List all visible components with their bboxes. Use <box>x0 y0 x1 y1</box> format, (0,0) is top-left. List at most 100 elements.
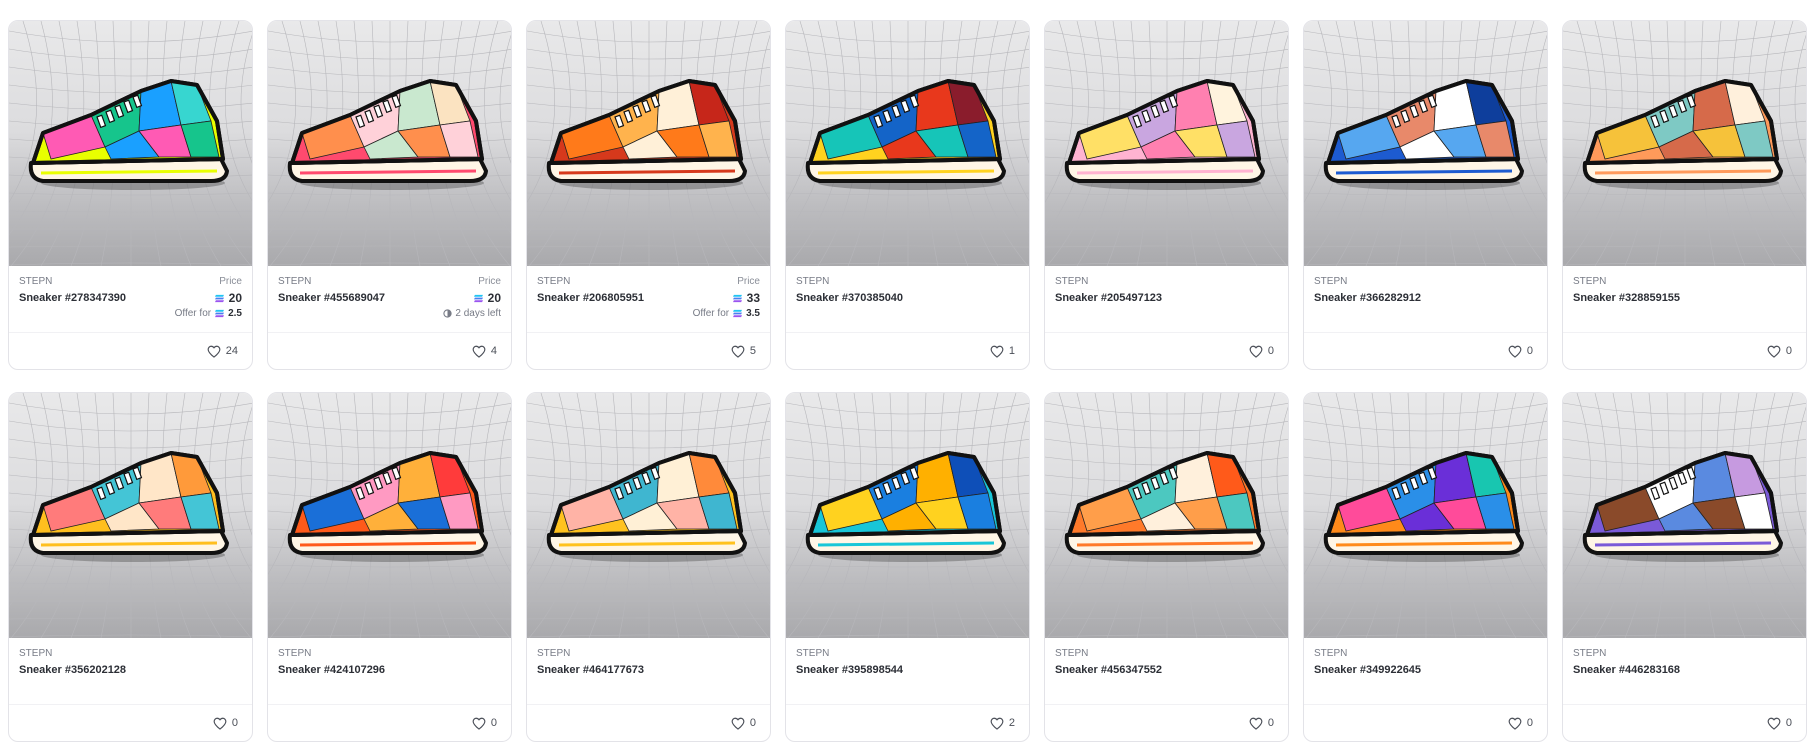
item-name: Sneaker #206805951 <box>537 292 645 304</box>
item-name: Sneaker #455689047 <box>278 292 386 304</box>
item-name: Sneaker #464177673 <box>537 664 645 676</box>
sneaker-image[interactable] <box>268 393 511 638</box>
collection-name: STEPN <box>1573 648 1607 659</box>
item-name: Sneaker #366282912 <box>1314 292 1422 304</box>
nft-card-10[interactable]: STEPN Sneaker #464177673 0 <box>526 392 771 742</box>
collection-name: STEPN <box>1055 276 1089 287</box>
card-info: STEPN Sneaker #206805951 Price 33 Offer fo… <box>527 266 770 330</box>
sneaker-image[interactable] <box>1045 21 1288 266</box>
nft-card-8[interactable]: STEPN Sneaker #356202128 0 <box>8 392 253 742</box>
collection-name: STEPN <box>796 276 830 287</box>
sneaker-illustration <box>1323 79 1524 190</box>
sneaker-image[interactable] <box>1304 393 1547 638</box>
heart-icon[interactable] <box>1508 345 1522 358</box>
heart-icon[interactable] <box>990 345 1004 358</box>
nft-card-5[interactable]: STEPN Sneaker #205497123 0 <box>1044 20 1289 370</box>
item-name: Sneaker #424107296 <box>278 664 386 676</box>
sneaker-illustration <box>546 451 747 562</box>
item-name: Sneaker #278347390 <box>19 292 127 304</box>
heart-icon[interactable] <box>1767 717 1781 730</box>
nft-card-13[interactable]: STEPN Sneaker #349922645 0 <box>1303 392 1548 742</box>
heart-icon[interactable] <box>1767 345 1781 358</box>
card-info: STEPN Sneaker #424107296 <box>268 638 511 702</box>
nft-card-9[interactable]: STEPN Sneaker #424107296 0 <box>267 392 512 742</box>
solana-icon <box>214 294 224 302</box>
sneaker-illustration <box>1064 451 1265 562</box>
item-name: Sneaker #370385040 <box>796 292 904 304</box>
card-footer: 0 <box>527 704 770 741</box>
nft-card-2[interactable]: STEPN Sneaker #455689047 Price 20 2 days l… <box>267 20 512 370</box>
heart-icon[interactable] <box>731 345 745 358</box>
sneaker-image[interactable] <box>786 393 1029 638</box>
like-count: 0 <box>490 717 497 729</box>
nft-card-3[interactable]: STEPN Sneaker #206805951 Price 33 Offer fo… <box>526 20 771 370</box>
sneaker-image[interactable] <box>1045 393 1288 638</box>
offer-line: Offer for 2.5 <box>175 308 242 319</box>
collection-name: STEPN <box>537 648 571 659</box>
nft-card-12[interactable]: STEPN Sneaker #456347552 0 <box>1044 392 1289 742</box>
nft-card-14[interactable]: STEPN Sneaker #446283168 0 <box>1562 392 1807 742</box>
heart-icon[interactable] <box>207 345 221 358</box>
card-info: STEPN Sneaker #328859155 <box>1563 266 1806 330</box>
sneaker-image[interactable] <box>527 393 770 638</box>
card-footer: 0 <box>1045 332 1288 369</box>
heart-icon[interactable] <box>1249 717 1263 730</box>
collection-name: STEPN <box>1573 276 1607 287</box>
like-count: 24 <box>225 345 238 357</box>
nft-card-6[interactable]: STEPN Sneaker #366282912 0 <box>1303 20 1548 370</box>
collection-name: STEPN <box>796 648 830 659</box>
sneaker-illustration <box>546 79 747 190</box>
heart-icon[interactable] <box>990 717 1004 730</box>
offer-label: Offer for <box>174 308 212 319</box>
like-count: 0 <box>1785 345 1792 357</box>
solana-icon <box>215 309 225 318</box>
card-info: STEPN Sneaker #446283168 <box>1563 638 1806 702</box>
like-count: 0 <box>1526 717 1533 729</box>
price-amount: 33 <box>746 291 760 305</box>
heart-icon[interactable] <box>1249 345 1263 358</box>
price-label: Price <box>219 276 242 287</box>
sneaker-image[interactable] <box>9 21 252 266</box>
like-count: 0 <box>1267 717 1274 729</box>
price-amount: 20 <box>487 291 501 305</box>
price-label: Price <box>478 276 501 287</box>
collection-name: STEPN <box>278 648 312 659</box>
heart-icon[interactable] <box>472 717 486 730</box>
sneaker-image[interactable] <box>786 21 1029 266</box>
card-footer: 0 <box>1563 332 1806 369</box>
sneaker-image[interactable] <box>1304 21 1547 266</box>
time-left: 2 days left <box>455 308 501 319</box>
sneaker-illustration <box>1582 451 1783 562</box>
card-info: STEPN Sneaker #395898544 <box>786 638 1029 702</box>
heart-icon[interactable] <box>731 717 745 730</box>
card-footer: 4 <box>268 332 511 369</box>
heart-icon[interactable] <box>472 345 486 358</box>
heart-icon[interactable] <box>213 717 227 730</box>
sneaker-image[interactable] <box>1563 21 1806 266</box>
item-name: Sneaker #328859155 <box>1573 292 1681 304</box>
like-count: 2 <box>1008 717 1015 729</box>
like-count: 5 <box>749 345 756 357</box>
card-info: STEPN Sneaker #278347390 Price 20 Offer fo… <box>9 266 252 330</box>
card-footer: 0 <box>1304 704 1547 741</box>
nft-card-4[interactable]: STEPN Sneaker #370385040 1 <box>785 20 1030 370</box>
sneaker-image[interactable] <box>1563 393 1806 638</box>
sneaker-image[interactable] <box>527 21 770 266</box>
heart-icon[interactable] <box>1508 717 1522 730</box>
sneaker-illustration <box>287 451 488 562</box>
price-label: Price <box>737 276 760 287</box>
card-footer: 0 <box>1563 704 1806 741</box>
nft-card-1[interactable]: STEPN Sneaker #278347390 Price 20 Offer fo… <box>8 20 253 370</box>
offer-amount: 3.5 <box>746 308 760 319</box>
nft-card-11[interactable]: STEPN Sneaker #395898544 2 <box>785 392 1030 742</box>
nft-card-7[interactable]: STEPN Sneaker #328859155 0 <box>1562 20 1807 370</box>
sneaker-image[interactable] <box>268 21 511 266</box>
sneaker-illustration <box>287 79 488 190</box>
item-name: Sneaker #456347552 <box>1055 664 1163 676</box>
card-footer: 1 <box>786 332 1029 369</box>
like-count: 0 <box>1526 345 1533 357</box>
sneaker-image[interactable] <box>9 393 252 638</box>
like-count: 1 <box>1008 345 1015 357</box>
like-count: 4 <box>490 345 497 357</box>
sneaker-illustration <box>1582 79 1783 190</box>
